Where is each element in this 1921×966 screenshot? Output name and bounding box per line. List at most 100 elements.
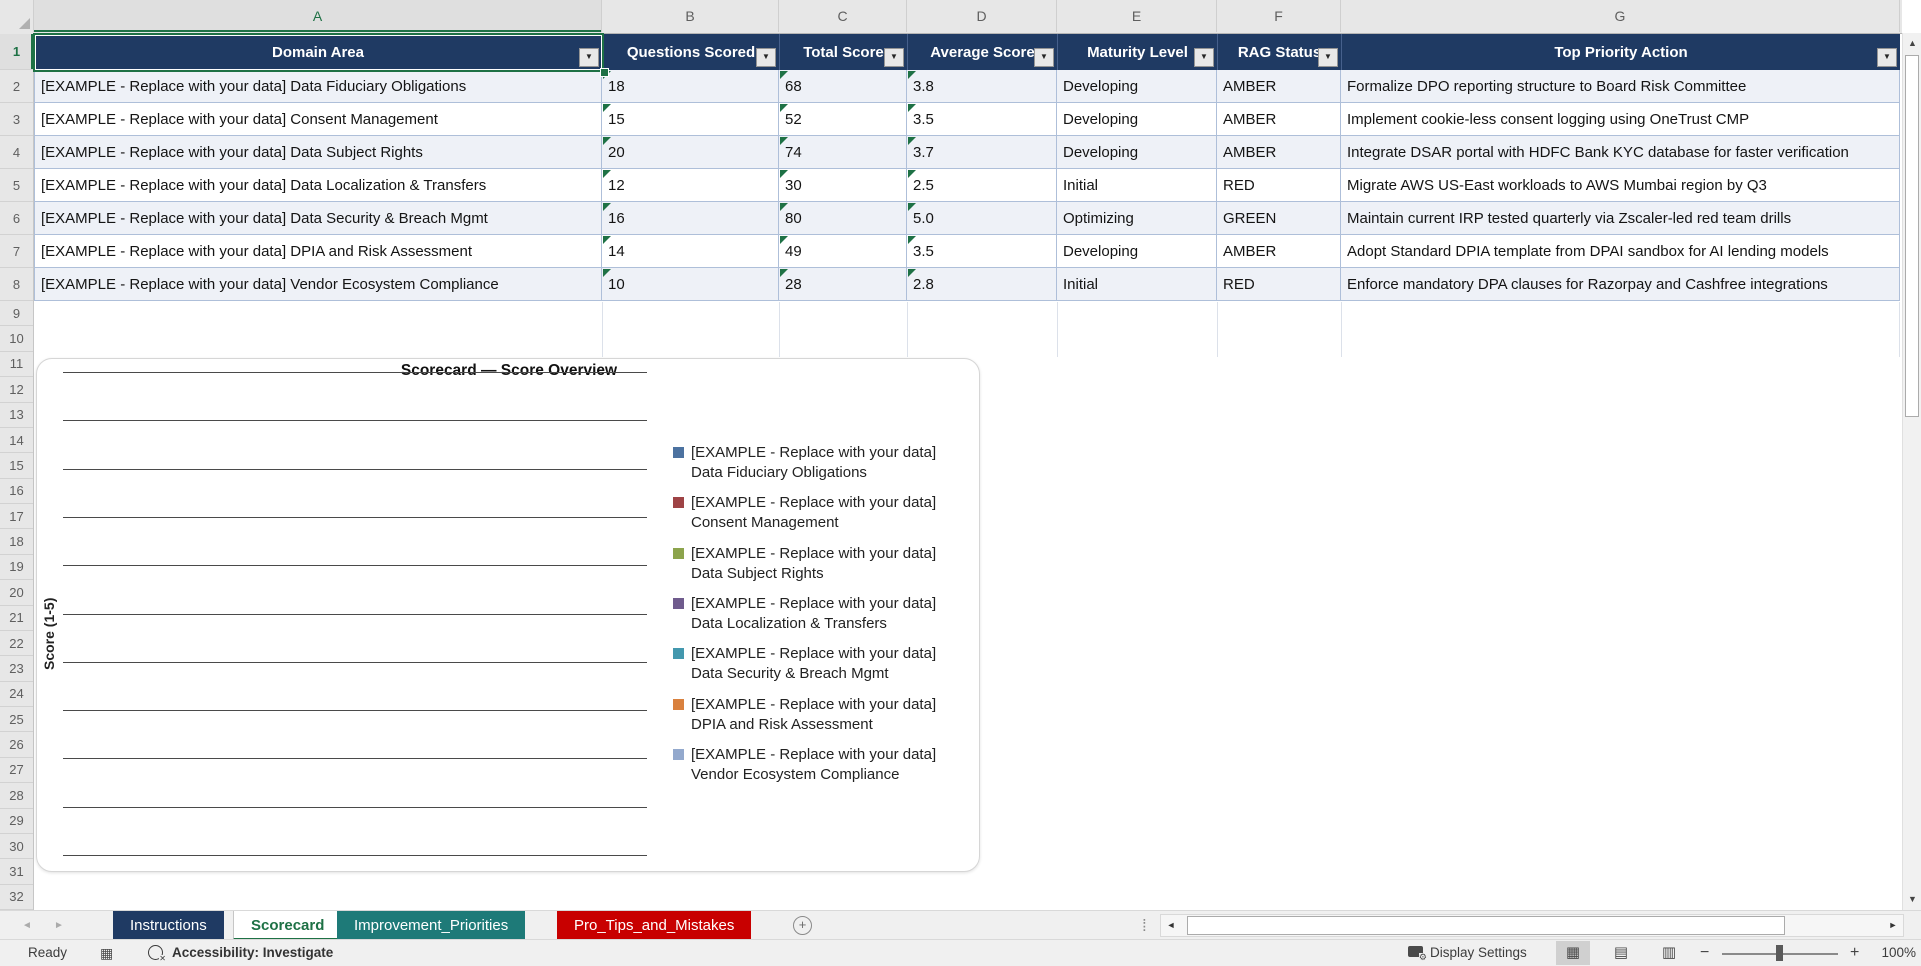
cell-f8[interactable]: RED <box>1217 268 1341 301</box>
sheet-tab-pro-tips-and-mistakes[interactable]: Pro_Tips_and_Mistakes <box>557 911 752 940</box>
filter-dropdown-icon[interactable]: ▼ <box>1034 48 1054 67</box>
display-settings-button[interactable]: Display Settings <box>1430 940 1527 966</box>
cell-b4[interactable]: 20 <box>602 136 779 169</box>
select-all-button[interactable] <box>0 0 34 32</box>
cell-g7[interactable]: Adopt Standard DPIA template from DPAI s… <box>1341 235 1900 268</box>
row-header-21[interactable]: 21 <box>0 606 33 631</box>
row-header-18[interactable]: 18 <box>0 529 33 555</box>
cell-a8[interactable]: [EXAMPLE - Replace with your data] Vendo… <box>34 268 602 301</box>
row-header-24[interactable]: 24 <box>0 682 33 707</box>
cell-a3[interactable]: [EXAMPLE - Replace with your data] Conse… <box>34 103 602 136</box>
cell-e7[interactable]: Developing <box>1057 235 1217 268</box>
cell-e5[interactable]: Initial <box>1057 169 1217 202</box>
cell-b6[interactable]: 16 <box>602 202 779 235</box>
cell-g4[interactable]: Integrate DSAR portal with HDFC Bank KYC… <box>1341 136 1900 169</box>
row-header-12[interactable]: 12 <box>0 377 33 403</box>
cell-f7[interactable]: AMBER <box>1217 235 1341 268</box>
cell-e3[interactable]: Developing <box>1057 103 1217 136</box>
sheet-tab-improvement-priorities[interactable]: Improvement_Priorities <box>337 911 526 940</box>
cell-a7[interactable]: [EXAMPLE - Replace with your data] DPIA … <box>34 235 602 268</box>
column-header-f[interactable]: F <box>1217 0 1341 32</box>
cell-c6[interactable]: 80 <box>779 202 907 235</box>
page-break-view-button[interactable]: ▥ <box>1652 941 1686 965</box>
column-header-g[interactable]: G <box>1341 0 1900 32</box>
row-header-6[interactable]: 6 <box>0 202 33 235</box>
cell-f2[interactable]: AMBER <box>1217 70 1341 103</box>
cell-a4[interactable]: [EXAMPLE - Replace with your data] Data … <box>34 136 602 169</box>
embedded-chart[interactable]: Scorecard — Score Overview Score (1-5) [… <box>36 358 980 872</box>
row-header-2[interactable]: 2 <box>0 70 33 103</box>
cell-d4[interactable]: 3.7 <box>907 136 1057 169</box>
fill-handle[interactable] <box>600 68 609 77</box>
scroll-right-icon[interactable]: ► <box>1883 915 1903 936</box>
cell-d7[interactable]: 3.5 <box>907 235 1057 268</box>
sheet-tab-instructions[interactable]: Instructions <box>113 911 224 940</box>
macro-record-icon[interactable]: ▦ <box>100 945 113 962</box>
tab-nav-left-icon[interactable]: ◄ <box>22 911 32 940</box>
cell-e8[interactable]: Initial <box>1057 268 1217 301</box>
cell-f6[interactable]: GREEN <box>1217 202 1341 235</box>
cell-g8[interactable]: Enforce mandatory DPA clauses for Razorp… <box>1341 268 1900 301</box>
column-header-b[interactable]: B <box>602 0 779 32</box>
row-header-29[interactable]: 29 <box>0 809 33 834</box>
cell-d5[interactable]: 2.5 <box>907 169 1057 202</box>
row-header-17[interactable]: 17 <box>0 504 33 530</box>
row-header-23[interactable]: 23 <box>0 656 33 682</box>
row-header-9[interactable]: 9 <box>0 301 33 327</box>
cell-b3[interactable]: 15 <box>602 103 779 136</box>
cell-e2[interactable]: Developing <box>1057 70 1217 103</box>
row-header-26[interactable]: 26 <box>0 732 33 758</box>
row-header-4[interactable]: 4 <box>0 136 33 169</box>
row-header-3[interactable]: 3 <box>0 103 33 136</box>
row-header-10[interactable]: 10 <box>0 326 33 352</box>
cell-b2[interactable]: 18 <box>602 70 779 103</box>
cell-f4[interactable]: AMBER <box>1217 136 1341 169</box>
row-header-22[interactable]: 22 <box>0 631 33 657</box>
scroll-up-icon[interactable]: ▲ <box>1903 33 1921 53</box>
cell-g3[interactable]: Implement cookie-less consent logging us… <box>1341 103 1900 136</box>
vertical-scrollbar-thumb[interactable] <box>1905 55 1919 417</box>
row-header-5[interactable]: 5 <box>0 169 33 202</box>
display-settings-icon[interactable]: ⚙ <box>1408 946 1427 962</box>
row-header-31[interactable]: 31 <box>0 859 33 885</box>
cell-d3[interactable]: 3.5 <box>907 103 1057 136</box>
row-header-25[interactable]: 25 <box>0 707 33 733</box>
horizontal-scrollbar[interactable]: ◄ ► <box>1160 914 1904 937</box>
row-header-11[interactable]: 11 <box>0 352 33 378</box>
filter-dropdown-icon[interactable]: ▼ <box>756 48 776 67</box>
filter-dropdown-icon[interactable]: ▼ <box>1877 48 1897 67</box>
normal-view-button[interactable]: ▦ <box>1556 941 1590 965</box>
zoom-slider-thumb[interactable] <box>1776 945 1783 961</box>
column-header-d[interactable]: D <box>907 0 1057 32</box>
tab-nav-right-icon[interactable]: ► <box>54 911 64 940</box>
row-header-15[interactable]: 15 <box>0 453 33 479</box>
page-layout-view-button[interactable]: ▤ <box>1604 941 1638 965</box>
filter-dropdown-icon[interactable]: ▼ <box>1194 48 1214 67</box>
zoom-level[interactable]: 100% <box>1872 940 1916 966</box>
cell-e6[interactable]: Optimizing <box>1057 202 1217 235</box>
row-header-7[interactable]: 7 <box>0 235 33 268</box>
row-header-1[interactable]: 1 <box>0 34 33 70</box>
row-header-30[interactable]: 30 <box>0 834 33 860</box>
column-header-a[interactable]: A <box>34 0 602 32</box>
row-header-32[interactable]: 32 <box>0 885 33 910</box>
filter-dropdown-icon[interactable]: ▼ <box>884 48 904 67</box>
row-header-27[interactable]: 27 <box>0 758 33 784</box>
cell-c2[interactable]: 68 <box>779 70 907 103</box>
cell-f3[interactable]: AMBER <box>1217 103 1341 136</box>
cell-c4[interactable]: 74 <box>779 136 907 169</box>
cell-g2[interactable]: Formalize DPO reporting structure to Boa… <box>1341 70 1900 103</box>
new-sheet-button[interactable]: + <box>793 916 812 935</box>
cell-f5[interactable]: RED <box>1217 169 1341 202</box>
filter-dropdown-icon[interactable]: ▼ <box>579 48 599 67</box>
cell-g6[interactable]: Maintain current IRP tested quarterly vi… <box>1341 202 1900 235</box>
zoom-in-button[interactable]: + <box>1850 940 1859 966</box>
column-header-c[interactable]: C <box>779 0 907 32</box>
row-header-8[interactable]: 8 <box>0 268 33 301</box>
accessibility-status[interactable]: Accessibility: Investigate <box>172 940 333 966</box>
scrollbar-resize-handle[interactable]: ⁞ <box>1142 913 1147 938</box>
cell-c7[interactable]: 49 <box>779 235 907 268</box>
cell-e4[interactable]: Developing <box>1057 136 1217 169</box>
cell-b7[interactable]: 14 <box>602 235 779 268</box>
row-header-14[interactable]: 14 <box>0 428 33 454</box>
